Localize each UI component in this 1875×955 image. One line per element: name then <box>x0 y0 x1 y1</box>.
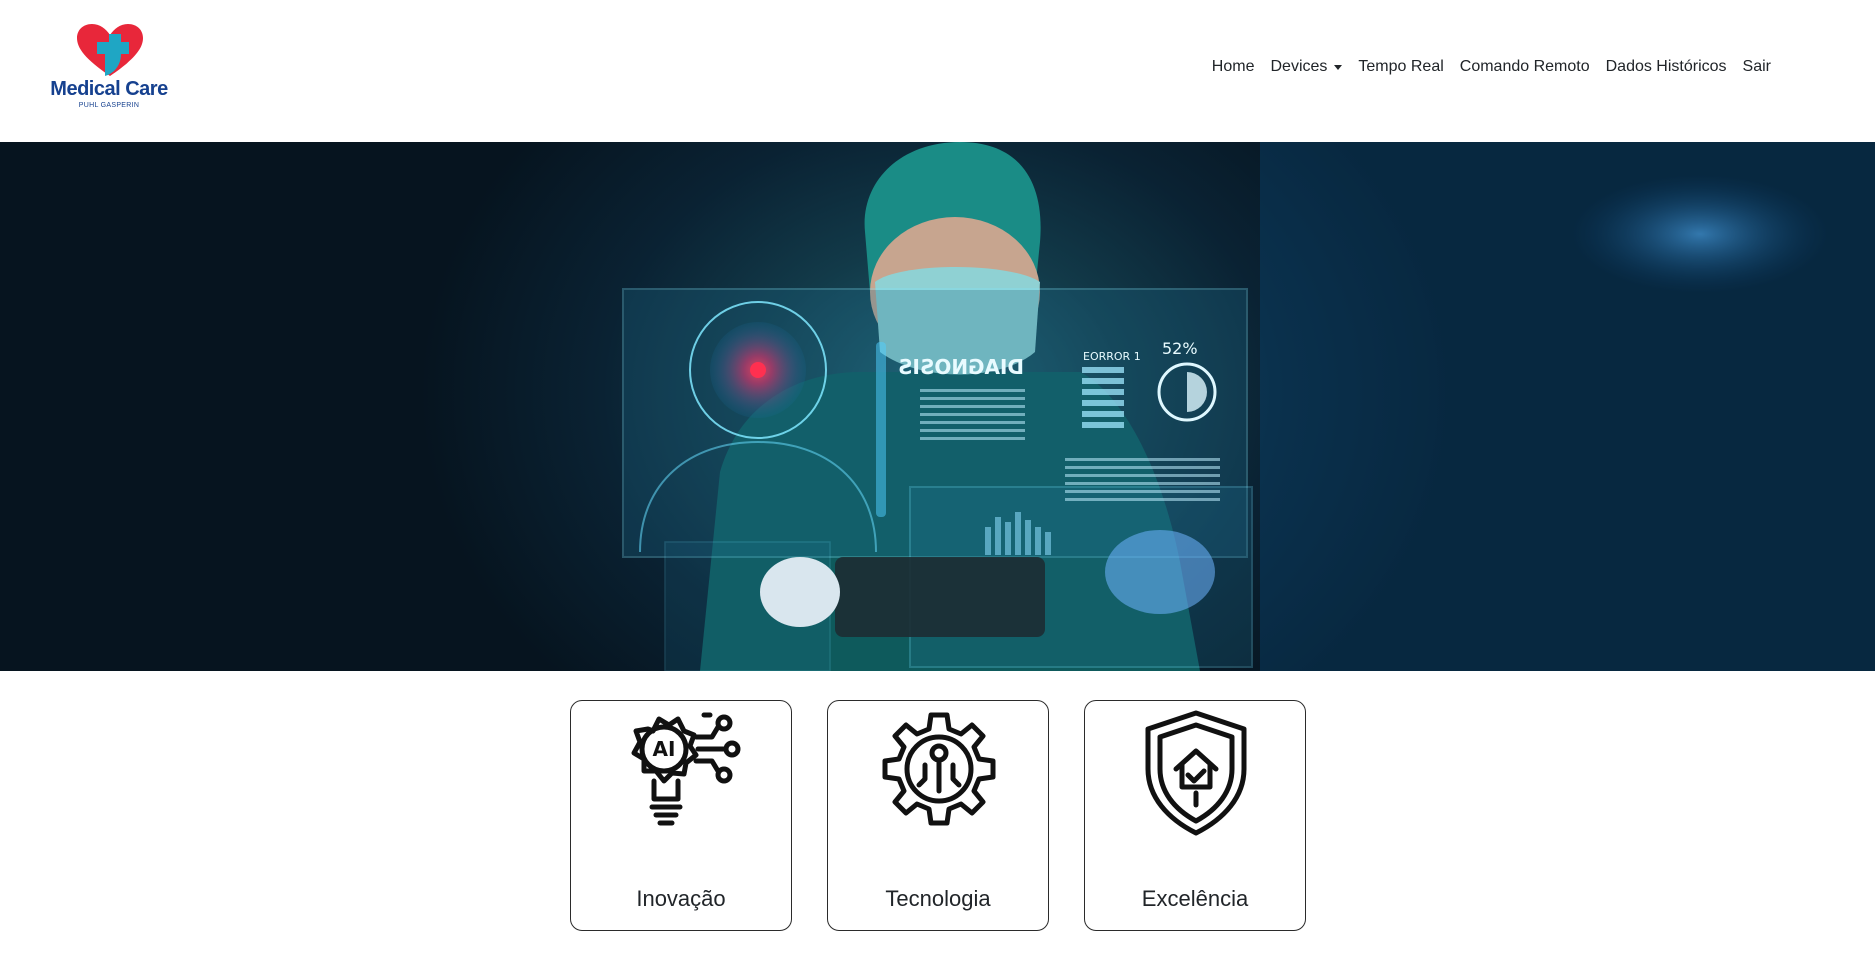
card-label-excelencia: Excelência <box>1141 886 1249 911</box>
card-excelencia[interactable]: Excelência <box>1084 700 1306 931</box>
gear-circuit-icon <box>882 712 996 826</box>
hero-percent-text: 52% <box>1162 339 1198 358</box>
hero-diagnosis-text: DIAGNOSIS <box>898 355 1024 379</box>
nav-comando-remoto[interactable]: Comando Remoto <box>1452 58 1598 76</box>
hero-error-text: EORROR 1 <box>1083 350 1141 363</box>
caret-down-icon <box>1334 64 1343 70</box>
hero-illustration: DIAGNOSIS EORROR 1 52% <box>622 142 1875 671</box>
nav-devices-dropdown[interactable]: Devices <box>1262 58 1350 76</box>
nav-devices-label: Devices <box>1270 58 1328 75</box>
navbar: Medical Care PUHL GASPERIN Home Devices … <box>0 0 1875 142</box>
nav-sair[interactable]: Sair <box>1735 58 1779 76</box>
card-label-tecnologia: Tecnologia <box>885 886 991 911</box>
main-nav: Home Devices Tempo Real Comando Remoto D… <box>1204 58 1779 76</box>
nav-dados-historicos[interactable]: Dados Históricos <box>1598 58 1735 76</box>
shield-home-icon <box>1145 710 1247 836</box>
logo-subtitle: PUHL GASPERIN <box>78 102 140 109</box>
card-inovacao[interactable]: AI Inovação <box>570 700 792 931</box>
medical-care-logo[interactable]: Medical Care PUHL GASPERIN <box>50 24 170 118</box>
card-label-inovacao: Inovação <box>636 886 726 911</box>
nav-home[interactable]: Home <box>1204 58 1263 76</box>
heart-cross-icon <box>77 24 143 76</box>
card-tecnologia[interactable]: Tecnologia <box>827 700 1049 931</box>
ai-lightbulb-icon: AI <box>631 712 741 826</box>
logo-title: Medical Care <box>50 78 168 100</box>
nav-tempo-real[interactable]: Tempo Real <box>1350 58 1451 76</box>
hero-banner-image: DIAGNOSIS EORROR 1 52% <box>0 142 1875 671</box>
feature-cards: AI Inovação Tecnologia Excelência <box>570 700 1306 931</box>
svg-text:AI: AI <box>653 737 676 761</box>
